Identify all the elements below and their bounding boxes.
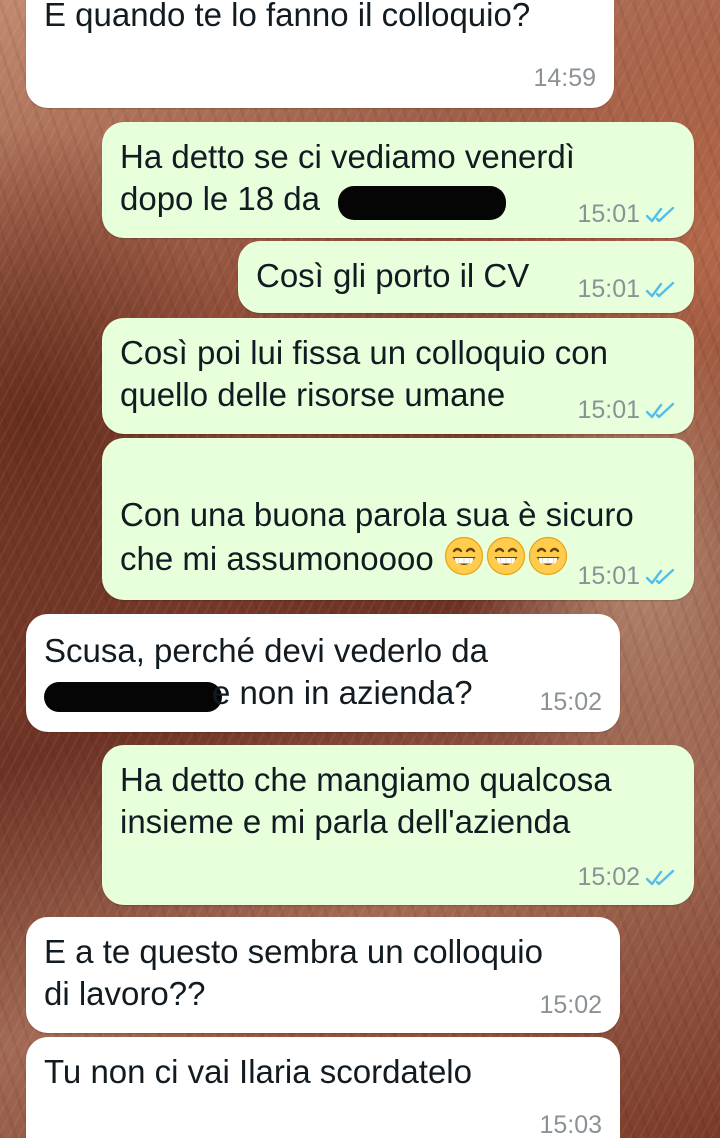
- read-receipt-icon: [646, 568, 675, 584]
- message-text: e non in azienda?: [212, 674, 473, 711]
- message-text: E a te questo sembra un colloquio di lav…: [44, 933, 543, 1012]
- message-bubble-incoming[interactable]: Scusa, perché devi vederlo da e non in a…: [26, 614, 620, 732]
- message-text: Ha detto che mangiamo qualcosa insieme e…: [120, 761, 612, 840]
- message-text: Scusa, perché devi vederlo da: [44, 632, 488, 669]
- message-timestamp: 15:02: [539, 991, 602, 1019]
- read-receipt-icon: [646, 402, 675, 418]
- message-timestamp: 15:02: [539, 688, 602, 716]
- message-timestamp: 14:59: [533, 64, 596, 92]
- message-bubble-outgoing[interactable]: Con una buona parola sua è sicuro che mi…: [102, 438, 694, 600]
- message-timestamp: 15:01: [577, 396, 640, 424]
- read-receipt-icon: [646, 206, 675, 222]
- message-text: Tu non ci vai Ilaria scordatelo: [44, 1053, 472, 1090]
- message-bubble-outgoing[interactable]: Ha detto se ci vediamo venerdì dopo le 1…: [102, 122, 694, 238]
- read-receipt-icon: [646, 281, 675, 297]
- redaction-mark: [338, 186, 506, 220]
- message-timestamp: 15:01: [577, 562, 640, 590]
- read-receipt-icon: [646, 869, 675, 885]
- message-text: E quando te lo fanno il colloquio?: [44, 0, 531, 33]
- message-text: Così gli porto il CV: [256, 257, 530, 294]
- message-timestamp: 15:02: [577, 863, 640, 891]
- redaction-mark: [44, 682, 222, 712]
- message-bubble-incoming[interactable]: Tu non ci vai Ilaria scordatelo 15:03: [26, 1037, 620, 1138]
- message-bubble-outgoing[interactable]: Ha detto che mangiamo qualcosa insieme e…: [102, 745, 694, 905]
- message-timestamp: 15:03: [539, 1111, 602, 1138]
- message-timestamp: 15:01: [577, 200, 640, 228]
- grinning-face-emoji-icon: [443, 536, 484, 576]
- message-bubble-outgoing[interactable]: Così gli porto il CV 15:01: [238, 241, 694, 313]
- grinning-face-emoji-icon: [485, 536, 526, 576]
- message-timestamp: 15:01: [577, 275, 640, 303]
- message-bubble-incoming[interactable]: E quando te lo fanno il colloquio? 14:59: [26, 0, 614, 108]
- message-text: Così poi lui fissa un colloquio con quel…: [120, 334, 608, 413]
- message-bubble-incoming[interactable]: E a te questo sembra un colloquio di lav…: [26, 917, 620, 1033]
- message-bubble-outgoing[interactable]: Così poi lui fissa un colloquio con quel…: [102, 318, 694, 434]
- grinning-face-emoji-icon: [527, 536, 568, 576]
